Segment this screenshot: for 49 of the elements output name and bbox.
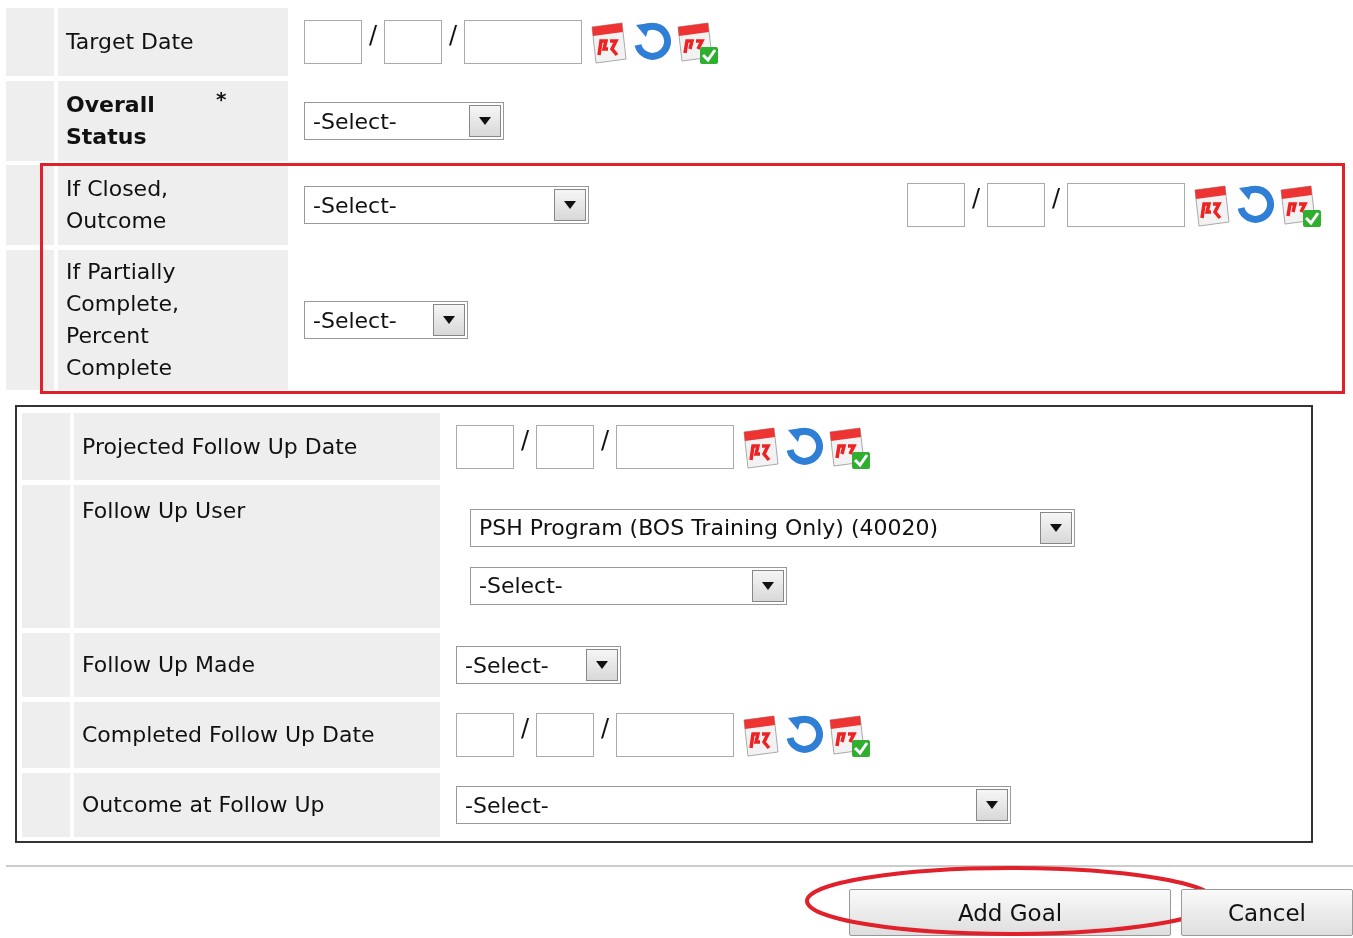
- select-field[interactable]: -Select-: [304, 186, 589, 224]
- field-label: Projected Follow Up Date: [82, 432, 359, 461]
- caret-icon: [1050, 523, 1062, 532]
- date-separator: /: [519, 714, 531, 742]
- field-label: Completed Follow Up Date: [82, 721, 376, 749]
- date-input[interactable]: [907, 183, 965, 227]
- date-input[interactable]: [987, 183, 1045, 227]
- field-label: Outcome at Follow Up: [82, 791, 326, 819]
- form-button[interactable]: Cancel: [1181, 889, 1353, 936]
- date-input[interactable]: [536, 713, 594, 757]
- caret-icon: [443, 316, 455, 324]
- date-separator: /: [599, 425, 611, 454]
- calendar-check-icon[interactable]: [826, 712, 872, 758]
- calendar-check-icon[interactable]: [1277, 182, 1323, 228]
- calendar-check-icon[interactable]: [674, 19, 720, 65]
- date-separator: /: [970, 184, 982, 212]
- select-field[interactable]: -Select-: [456, 786, 1011, 824]
- date-input[interactable]: [384, 20, 442, 64]
- caret-icon: [986, 801, 998, 809]
- date-input[interactable]: [1067, 183, 1185, 227]
- field-label: If Closed, Outcome: [66, 175, 170, 235]
- date-separator: /: [599, 714, 611, 742]
- date-separator: /: [447, 21, 459, 49]
- field-label: Follow Up Made: [82, 651, 257, 679]
- date-separator: /: [519, 425, 531, 454]
- field-label: If Partially Complete, Percent Complete: [66, 258, 181, 382]
- select-field[interactable]: PSH Program (BOS Training Only) (40020): [470, 508, 1075, 547]
- form-button[interactable]: Add Goal: [849, 889, 1171, 936]
- date-separator: /: [1050, 184, 1062, 212]
- select-field[interactable]: -Select-: [456, 646, 621, 684]
- date-input[interactable]: [304, 20, 362, 64]
- select-field[interactable]: -Select-: [304, 301, 468, 339]
- field-label: Follow Up User: [82, 497, 247, 525]
- date-input[interactable]: [456, 424, 514, 469]
- caret-icon: [762, 581, 774, 590]
- date-input[interactable]: [616, 713, 734, 757]
- date-input[interactable]: [616, 424, 734, 469]
- select-field[interactable]: -Select-: [470, 566, 787, 605]
- caret-icon: [596, 661, 608, 669]
- field-label: Target Date: [66, 28, 195, 56]
- caret-icon: [564, 201, 576, 209]
- select-field[interactable]: -Select-: [304, 102, 504, 140]
- caret-icon: [479, 117, 491, 125]
- required-mark: *: [216, 87, 227, 111]
- date-input[interactable]: [456, 713, 514, 757]
- date-input[interactable]: [464, 20, 582, 64]
- date-separator: /: [367, 21, 379, 49]
- date-input[interactable]: [536, 424, 594, 469]
- field-label: Overall Status: [66, 91, 156, 151]
